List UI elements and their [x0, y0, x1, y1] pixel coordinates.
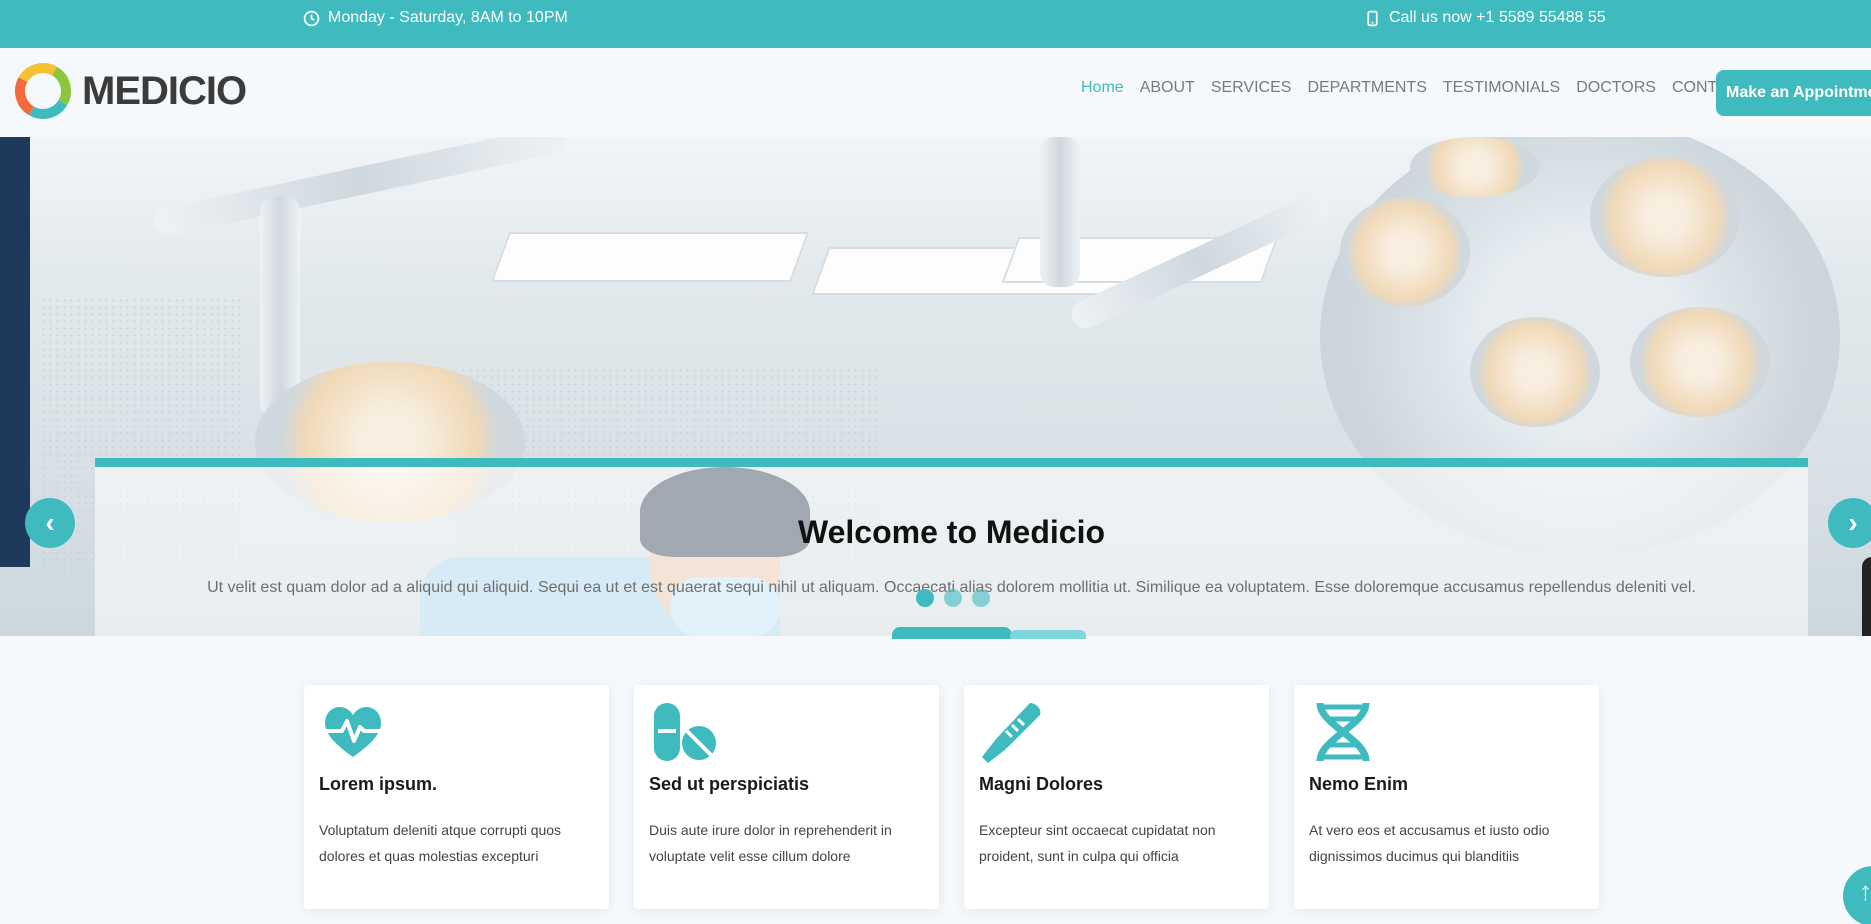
carousel-indicator[interactable]: [972, 589, 990, 607]
nav-about[interactable]: ABOUT: [1140, 79, 1195, 97]
opening-hours: Monday - Saturday, 8AM to 10PM: [303, 9, 568, 27]
logo[interactable]: MEDICIO: [12, 60, 247, 122]
feature-text: Voluptatum deleniti atque corrupti quos …: [319, 822, 562, 864]
read-more-button[interactable]: [892, 627, 1012, 639]
opening-hours-text: Monday - Saturday, 8AM to 10PM: [328, 9, 568, 26]
hero-carousel: Welcome to Medicio Ut velit est quam dol…: [0, 137, 1871, 636]
feature-title: Magni Dolores: [979, 774, 1104, 794]
read-more-button-secondary[interactable]: [1010, 630, 1086, 639]
feature-card: Magni Dolores Excepteur sint occaecat cu…: [964, 685, 1269, 909]
feature-title: Nemo Enim: [1309, 774, 1409, 794]
phone-contact: Call us now +1 5589 55488 55: [1364, 9, 1606, 27]
dna-icon: [1316, 702, 1370, 762]
side-widget-tab[interactable]: [1862, 557, 1871, 636]
feature-text: Duis aute irure dolor in reprehenderit i…: [649, 822, 892, 864]
lamp-bulb: [1470, 317, 1600, 427]
logo-text: MEDICIO: [82, 68, 247, 113]
back-to-top-button[interactable]: ↑: [1843, 866, 1871, 924]
chevron-right-icon: ›: [1848, 507, 1858, 538]
pills-icon: [654, 703, 716, 761]
carousel-prev-button[interactable]: ‹: [25, 498, 75, 548]
lamp-bulb: [1340, 197, 1470, 307]
feature-title: Sed ut perspiciatis: [649, 774, 810, 794]
lamp-bulb: [1410, 137, 1540, 197]
phone-text: Call us now +1 5589 55488 55: [1389, 9, 1606, 26]
carousel-indicator[interactable]: [916, 589, 934, 607]
thermometer-icon: [982, 703, 1041, 763]
chevron-left-icon: ‹: [45, 507, 55, 538]
lamp-bulb: [1590, 157, 1740, 277]
nav-services[interactable]: SERVICES: [1211, 79, 1292, 97]
nav-testimonials[interactable]: TESTIMONIALS: [1443, 79, 1560, 97]
nav-doctors[interactable]: DOCTORS: [1576, 79, 1656, 97]
top-bar: Monday - Saturday, 8AM to 10PM Call us n…: [0, 0, 1871, 48]
phone-icon: [1367, 10, 1378, 26]
site-header: MEDICIO Home ABOUT SERVICES DEPARTMENTS …: [0, 48, 1871, 137]
main-nav: Home ABOUT SERVICES DEPARTMENTS TESTIMON…: [1081, 79, 1748, 97]
arrow-up-icon: ↑: [1859, 876, 1871, 906]
carousel-next-button[interactable]: ›: [1828, 498, 1871, 548]
heart-pulse-icon: [324, 706, 382, 757]
carousel-indicators: [916, 589, 990, 607]
nav-home[interactable]: Home: [1081, 79, 1124, 97]
feature-card: Sed ut perspiciatis Duis aute irure dolo…: [634, 685, 939, 909]
clock-icon: [303, 10, 320, 26]
hero-title: Welcome to Medicio: [797, 514, 1105, 550]
feature-text: Excepteur sint occaecat cupidatat non pr…: [979, 822, 1216, 864]
ceiling-light-panel: [490, 232, 810, 282]
feature-card: Nemo Enim At vero eos et accusamus et iu…: [1294, 685, 1599, 909]
surgical-arm: [260, 197, 300, 417]
feature-card: Lorem ipsum. Voluptatum deleniti atque c…: [304, 685, 609, 909]
hero-caption: Welcome to Medicio Ut velit est quam dol…: [95, 458, 1808, 636]
make-appointment-button[interactable]: Make an Appointment: [1716, 70, 1871, 116]
nav-departments[interactable]: DEPARTMENTS: [1307, 79, 1426, 97]
feature-text: At vero eos et accusamus et iusto odio d…: [1309, 822, 1550, 864]
carousel-indicator[interactable]: [944, 589, 962, 607]
feature-title: Lorem ipsum.: [319, 774, 438, 794]
scrub-edge: [0, 137, 30, 567]
surgical-arm: [1040, 137, 1080, 287]
lamp-bulb: [1630, 307, 1770, 417]
logo-ring-icon: [15, 63, 71, 119]
